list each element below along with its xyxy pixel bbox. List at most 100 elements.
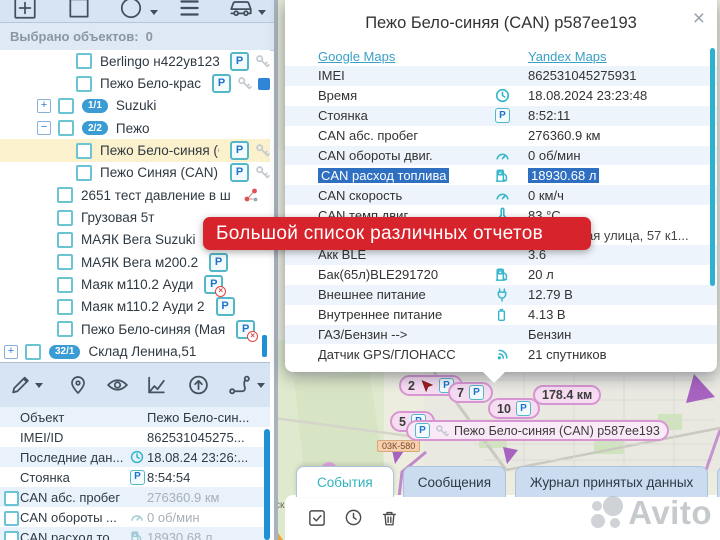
unit-row[interactable]: Berlingo н422ув123 [0, 50, 270, 72]
detail-row[interactable]: CAN расход то 18930.68 л [0, 527, 270, 540]
checkbox[interactable] [57, 210, 73, 226]
unit-label: Пежо Бело-синяя (Мая [81, 322, 225, 337]
detail-row[interactable]: IMEI/ID 862531045275... [0, 427, 270, 447]
detail-row[interactable]: Последние дан... 18.08.24 23:26:... [0, 447, 270, 467]
popup-row[interactable]: Внешнее питание 12.79 В [285, 285, 717, 305]
detail-label: Последние дан... [20, 450, 130, 465]
group-row[interactable]: − 2/2 Пежо [0, 117, 270, 139]
param-label: Датчик GPS/ГЛОНАСС [318, 347, 495, 362]
key-icon [255, 143, 270, 158]
collapse-icon[interactable]: − [37, 121, 51, 135]
chevron-down-icon[interactable] [35, 383, 43, 392]
checkbox[interactable] [76, 53, 92, 69]
checkbox[interactable] [58, 98, 74, 114]
map-cluster-marker[interactable]: 7 [448, 382, 493, 403]
list-icon[interactable] [176, 0, 202, 21]
list-scrollbar-thumb[interactable] [262, 335, 267, 357]
unit-row[interactable]: Пежо Синяя (CAN) с [0, 162, 270, 184]
detail-row[interactable]: Стоянка 8:54:54 [0, 467, 270, 487]
time-interval-icon[interactable] [344, 508, 363, 527]
tab-label: Журнал принятых данных [530, 475, 693, 490]
unit-row[interactable]: МАЯК Вега м200.2 [0, 251, 270, 273]
circle-icon[interactable] [118, 0, 144, 21]
detail-row[interactable]: CAN обороты ... 0 об/мин [0, 507, 270, 527]
checkbox[interactable] [4, 511, 19, 526]
popup-row[interactable]: IMEI 862531045275931 [285, 66, 717, 86]
popup-row[interactable]: ГАЗ/Бензин --> Бензин [285, 325, 717, 345]
popup-row[interactable]: CAN абс. пробег 276360.9 км [285, 126, 717, 146]
checkbox[interactable] [4, 491, 19, 506]
detail-value: 0 об/мин [147, 510, 200, 525]
popup-row[interactable]: Бак(65л)BLE291720 20 л [285, 265, 717, 285]
checkbox[interactable] [57, 299, 73, 315]
eye-icon[interactable] [106, 374, 129, 397]
map-unit-label[interactable]: Пежо Бело-синяя (CAN) p587ee193 [406, 420, 669, 441]
tab-data-log[interactable]: Журнал принятых данных [515, 466, 708, 497]
map-distance-label[interactable]: 178.4 км [533, 385, 601, 405]
checkbox[interactable] [76, 165, 92, 181]
fuel-icon [495, 267, 528, 282]
events-panel [285, 495, 720, 540]
yandex-maps-link[interactable]: Yandex Maps [528, 49, 607, 64]
detail-label: Объект [20, 410, 130, 425]
chevron-down-icon[interactable] [257, 383, 265, 392]
details-scrollbar-thumb[interactable] [264, 429, 270, 540]
popup-row[interactable]: Время 18.08.2024 23:23:48 [285, 86, 717, 106]
popup-row[interactable]: Датчик GPS/ГЛОНАСС 21 спутников [285, 344, 717, 364]
expand-icon[interactable]: + [4, 345, 18, 359]
checkbox[interactable] [57, 254, 73, 270]
checkbox[interactable] [25, 344, 41, 360]
detail-row[interactable]: CAN абс. пробег 276360.9 км [0, 487, 270, 507]
checkbox[interactable] [76, 76, 92, 92]
checkbox[interactable] [57, 277, 73, 293]
location-pin-icon[interactable] [68, 375, 88, 395]
popup-row[interactable]: CAN скорость 0 км/ч [285, 185, 717, 205]
close-icon[interactable]: × [693, 8, 705, 29]
unit-row[interactable]: Маяк м110.2 Ауди [0, 273, 270, 295]
detail-row[interactable]: Объект Пежо Бело-син... [0, 407, 270, 427]
unit-row[interactable]: Пежо Бело-красная [0, 72, 270, 94]
add-square-icon[interactable] [12, 0, 38, 21]
popup-row[interactable]: Внутреннее питание 4.13 В [285, 305, 717, 325]
chevron-down-icon[interactable] [258, 10, 266, 19]
checkbox[interactable] [58, 120, 74, 136]
checkbox[interactable] [76, 143, 92, 159]
popup-scrollbar-thumb[interactable] [710, 48, 715, 286]
cluster-count: 7 [457, 386, 464, 400]
tab-messages[interactable]: Сообщения [403, 466, 506, 497]
tab-events[interactable]: События [296, 466, 394, 497]
chevron-down-icon[interactable] [150, 10, 158, 19]
map-cluster-marker[interactable]: 10 [488, 398, 540, 419]
selected-objects-bar: Выбрано объектов: 0 [0, 23, 274, 51]
select-all-icon[interactable] [307, 508, 327, 528]
expand-icon[interactable]: + [37, 99, 51, 113]
parking-badge-icon [212, 74, 231, 93]
export-up-icon[interactable] [188, 375, 209, 396]
checkbox[interactable] [57, 187, 73, 203]
popup-row[interactable]: Стоянка 8:52:11 [285, 106, 717, 126]
selected-objects-count: 0 [146, 29, 153, 44]
chart-icon[interactable] [146, 375, 167, 396]
delete-icon[interactable] [380, 509, 398, 527]
google-maps-link[interactable]: Google Maps [318, 49, 395, 64]
unit-row[interactable]: 2651 тест давление в ш [0, 184, 270, 206]
parking-badge-icon [216, 297, 235, 316]
checkbox[interactable] [57, 232, 73, 248]
unit-label: 2651 тест давление в ш [81, 188, 231, 203]
car-icon[interactable] [228, 0, 254, 21]
edit-pencil-icon[interactable] [10, 375, 31, 396]
checkbox[interactable] [57, 321, 73, 337]
group-row[interactable]: + 1/1 Suzuki [0, 95, 270, 117]
unit-row-selected[interactable]: Пежо Бело-синяя (С [0, 139, 270, 161]
popup-row[interactable]: CAN обороты двиг. 0 об/мин [285, 146, 717, 166]
unit-row[interactable]: Пежо Бело-синяя (Мая [0, 318, 270, 340]
geofence-square-icon[interactable] [66, 0, 92, 21]
key-icon [237, 76, 252, 91]
popup-row-selected[interactable]: CAN расход топлива 18930.68 л [285, 165, 717, 185]
key-icon [435, 424, 449, 438]
group-row[interactable]: + 32/1 Склад Ленина,51 [0, 340, 270, 362]
route-icon[interactable] [228, 375, 251, 396]
tab-label: Сообщения [418, 475, 491, 490]
unit-row[interactable]: Маяк м110.2 Ауди 2 [0, 296, 270, 318]
checkbox[interactable] [4, 531, 19, 540]
